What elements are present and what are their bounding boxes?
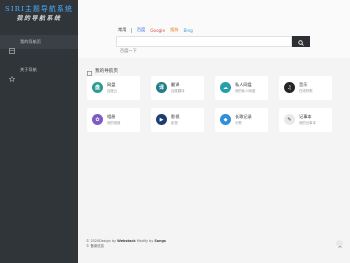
sidebar-item-my-nav[interactable]: 我的导航页 xyxy=(0,35,78,54)
search-area: 常用 百度 Google 搜狗 Bing xyxy=(78,0,350,58)
nav-card[interactable]: ◆ 长歌记录 长歌 xyxy=(215,108,268,132)
nav-card[interactable]: 盘 网盘 百度云 xyxy=(87,76,140,100)
card-description: 我的私人网盘 xyxy=(235,89,256,93)
tab-bing[interactable]: Bing xyxy=(183,28,192,33)
star-icon xyxy=(8,67,16,83)
sidebar: SIRI主题导航系统 我的导航系统 我的导航页 关于导航 xyxy=(0,0,78,263)
video-icon: ▶ xyxy=(156,114,167,125)
card-description: 长歌 xyxy=(235,121,242,125)
sidebar-item-label: 关于导航 xyxy=(20,67,37,72)
search-button[interactable] xyxy=(292,36,310,47)
footer-author-link[interactable]: Webstack xyxy=(117,239,136,243)
footer-modifier-link[interactable]: Songs xyxy=(154,239,166,243)
card-description: 我的相册 xyxy=(107,121,121,125)
notepad-icon: ✎ xyxy=(284,114,295,125)
nav-card[interactable]: ✿ 相册 我的相册 xyxy=(87,108,140,132)
logo-subtitle: 我的导航系统 xyxy=(16,15,62,22)
tab-common[interactable]: 常用 xyxy=(118,27,126,33)
nav-card[interactable]: ☁ 私人网盘 我的私人网盘 xyxy=(215,76,268,100)
grid-icon xyxy=(9,39,15,54)
section-title: 我的导航页 xyxy=(95,68,118,74)
search-icon xyxy=(298,34,304,49)
tab-google[interactable]: Google xyxy=(150,28,165,33)
card-description: 在线听歌 xyxy=(299,89,313,93)
tab-sogou[interactable]: 搜狗 xyxy=(170,27,178,33)
chevron-up-icon xyxy=(337,234,342,253)
diary-icon: ◆ xyxy=(220,114,231,125)
search-engine-tabs: 常用 百度 Google 搜狗 Bing xyxy=(118,27,198,33)
nav-card[interactable]: ✎ 记事本 我的记事本 xyxy=(279,108,332,132)
footer-prefix: © 2020Design by xyxy=(86,239,117,243)
card-description: 百度云 xyxy=(107,89,118,93)
footer-record: © 备案信息 xyxy=(86,244,105,248)
search-box xyxy=(116,36,292,55)
search-input[interactable] xyxy=(117,46,291,55)
tab-divider xyxy=(131,27,132,33)
music-icon: ♫ xyxy=(284,82,295,93)
photo-album-icon: ✿ xyxy=(92,114,103,125)
nav-card[interactable]: ▶ 影视 影视 xyxy=(151,108,204,132)
card-description: 我的记事本 xyxy=(299,121,316,125)
footer: © 2020Design by Webstack Modify by Songs… xyxy=(86,239,166,249)
cloud-icon: ☁ xyxy=(220,82,231,93)
site-logo[interactable]: SIRI主题导航系统 我的导航系统 xyxy=(4,4,74,28)
main-content: 常用 百度 Google 搜狗 Bing 我的导航页 盘 网盘 百度云 译 翻译… xyxy=(78,0,350,263)
cloud-disk-icon: 盘 xyxy=(92,82,103,93)
card-description: 影视 xyxy=(171,121,178,125)
nav-card[interactable]: ♫ 音乐 在线听歌 xyxy=(279,76,332,100)
logo-title: SIRI主题导航系统 xyxy=(5,5,73,13)
nav-card[interactable]: 译 翻译 百度翻译 xyxy=(151,76,204,100)
card-description: 百度翻译 xyxy=(171,89,185,93)
sidebar-item-about[interactable]: 关于导航 xyxy=(0,63,78,83)
tab-baidu[interactable]: 百度 xyxy=(137,27,145,33)
back-to-top-button[interactable] xyxy=(336,240,343,249)
translate-icon: 译 xyxy=(156,82,167,93)
sidebar-item-label: 我的导航页 xyxy=(20,39,41,44)
footer-mid: Modify by xyxy=(136,239,154,243)
